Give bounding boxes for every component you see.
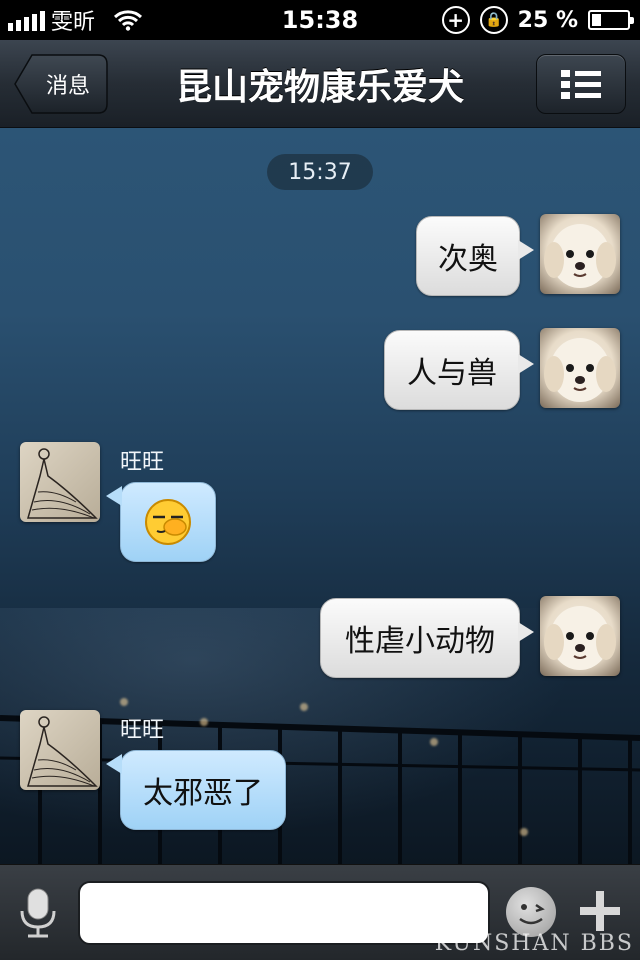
dress-drawing-icon (27, 716, 98, 787)
bokeh-light (520, 828, 528, 836)
bubble-tail (518, 622, 534, 642)
sender-name: 旺旺 (120, 450, 165, 475)
plus-icon (580, 891, 620, 931)
dog-avatar[interactable] (540, 596, 620, 676)
battery-icon (588, 10, 634, 30)
dog-avatar[interactable] (540, 328, 620, 408)
input-bar: KUNSHAN BBS (0, 864, 640, 960)
list-icon (561, 70, 601, 99)
status-right: + 🔒 25 % (441, 6, 634, 34)
status-bar: 雯昕 15:38 + 🔒 25 % (0, 0, 640, 40)
bubble-tail (106, 754, 122, 774)
add-circle-icon: + (441, 6, 470, 34)
message-bubble-out[interactable]: 人与兽 (384, 330, 520, 410)
rotation-lock-icon: 🔒 (479, 6, 508, 34)
carrier-name: 雯昕 (51, 10, 96, 35)
dog-face-icon (544, 338, 616, 402)
bubble-tail (106, 486, 122, 506)
more-button[interactable] (576, 887, 624, 935)
chat-area[interactable]: 15:37 次奥 人与兽 旺旺 性虐小动物 旺旺 太邪恶了 (0, 128, 640, 864)
bubble-tail (518, 240, 534, 260)
back-button-label: 消息 (45, 74, 90, 99)
menu-button[interactable] (536, 54, 626, 114)
back-button[interactable]: 消息 (14, 54, 108, 114)
chat-title: 昆山宠物康乐爱犬 (175, 67, 464, 108)
dog-face-icon (544, 606, 616, 670)
emoji-icon (519, 903, 545, 925)
dress-drawing-icon (27, 448, 98, 519)
voice-button[interactable] (14, 887, 62, 939)
emoji-button[interactable] (506, 887, 556, 937)
signal-icon (8, 9, 45, 31)
navigation-bar: 消息 昆山宠物康乐爱犬 (0, 40, 640, 128)
dress-avatar[interactable] (20, 710, 100, 790)
message-input[interactable] (78, 881, 490, 945)
battery-percent: 25 % (517, 7, 578, 33)
bokeh-light (430, 738, 438, 746)
dress-avatar[interactable] (20, 442, 100, 522)
message-bubble-in[interactable]: 太邪恶了 (120, 750, 286, 830)
chat-timestamp: 15:37 (267, 154, 373, 190)
message-bubble-out[interactable]: 性虐小动物 (320, 598, 520, 678)
message-text: 次奥 (438, 242, 498, 277)
status-left: 雯昕 (8, 4, 143, 36)
message-text: 太邪恶了 (143, 776, 263, 811)
microphone-icon (20, 888, 56, 938)
bokeh-light (120, 698, 128, 706)
message-text: 性虐小动物 (345, 624, 495, 659)
message-bubble-in[interactable] (120, 482, 216, 562)
dog-face-icon (544, 224, 616, 288)
wifi-icon (113, 10, 143, 31)
message-bubble-out[interactable]: 次奥 (416, 216, 520, 296)
sender-name: 旺旺 (120, 718, 165, 743)
battery-fill (592, 14, 601, 26)
bubble-tail (518, 354, 534, 374)
bokeh-light (200, 718, 208, 726)
dog-avatar[interactable] (540, 214, 620, 294)
bokeh-light (300, 703, 308, 711)
message-text: 人与兽 (407, 356, 497, 391)
face-palm-emoji (145, 499, 191, 545)
